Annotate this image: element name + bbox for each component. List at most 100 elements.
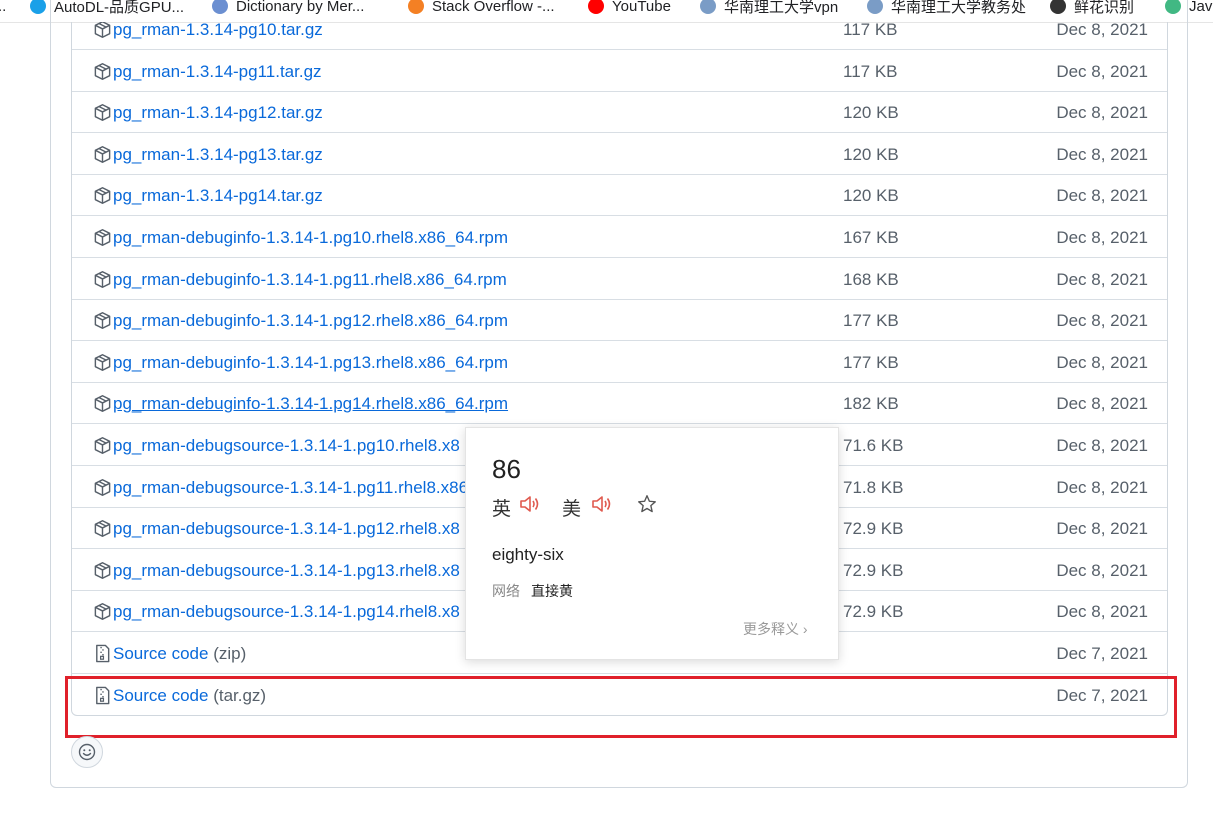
asset-size: 120 KB: [843, 186, 899, 205]
package-icon: [93, 270, 112, 289]
asset-link[interactable]: pg_rman-1.3.14-pg12.tar.gz: [113, 103, 323, 123]
star-icon[interactable]: [636, 493, 658, 515]
file-zip-icon: [93, 644, 112, 663]
package-icon: [93, 436, 112, 455]
asset-link[interactable]: pg_rman-debuginfo-1.3.14-1.pg10.rhel8.x8…: [113, 228, 508, 248]
asset-link[interactable]: pg_rman-debugsource-1.3.14-1.pg14.rhel8.…: [113, 602, 460, 622]
uk-speaker-icon[interactable]: [518, 492, 542, 516]
asset-link[interactable]: pg_rman-1.3.14-pg10.tar.gz: [113, 22, 323, 40]
asset-name: pg_rman-debuginfo-1.3.14-1.pg14.rhel8.x8…: [113, 394, 509, 413]
asset-date: Dec 8, 2021: [1056, 145, 1148, 164]
asset-name: pg_rman-debugsource-1.3.14-1.pg14.rhel8.…: [113, 602, 460, 621]
package-icon: [93, 602, 112, 621]
asset-link[interactable]: pg_rman-debuginfo-1.3.14-1.pg11.rhel8.x8…: [113, 270, 507, 290]
asset-link[interactable]: pg_rman-debugsource-1.3.14-1.pg11.rhel8.…: [113, 478, 468, 498]
asset-date: Dec 8, 2021: [1056, 103, 1148, 122]
asset-size: 182 KB: [843, 394, 899, 413]
asset-date: Dec 8, 2021: [1056, 394, 1148, 413]
asset-link[interactable]: pg_rman-1.3.14-pg11.tar.gz: [113, 62, 322, 82]
package-icon: [93, 311, 112, 330]
asset-link[interactable]: pg_rman-debugsource-1.3.14-1.pg10.rhel8.…: [113, 436, 460, 456]
asset-name: pg_rman-1.3.14-pg13.tar.gz: [113, 145, 323, 164]
more-definitions-label: 更多释义: [743, 621, 799, 637]
package-icon: [93, 22, 112, 39]
package-icon: [93, 103, 112, 122]
asset-row: pg_rman-1.3.14-pg11.tar.gz 117 KB Dec 8, 2…: [72, 51, 1167, 92]
uk-pronunciation-label: 英: [492, 499, 512, 520]
asset-link[interactable]: pg_rman-debuginfo-1.3.14-1.pg12.rhel8.x8…: [113, 311, 508, 331]
asset-date: Dec 8, 2021: [1056, 561, 1148, 580]
us-pronunciation-label: 美: [562, 499, 582, 520]
asset-size: 71.8 KB: [843, 478, 904, 497]
asset-link[interactable]: Source code (zip): [113, 644, 246, 664]
popup-definition: eighty-six: [492, 545, 564, 564]
highlight-box: [65, 676, 1177, 738]
us-speaker-icon[interactable]: [590, 492, 614, 516]
asset-size: 72.9 KB: [843, 519, 904, 538]
asset-date: Dec 8, 2021: [1056, 62, 1148, 81]
asset-date: Dec 8, 2021: [1056, 22, 1148, 39]
asset-row: pg_rman-1.3.14-pg12.tar.gz 120 KB Dec 8, 2…: [72, 92, 1167, 133]
asset-size: 117 KB: [843, 22, 898, 39]
package-icon: [93, 478, 112, 497]
asset-row: pg_rman-1.3.14-pg14.tar.gz 120 KB Dec 8, 2…: [72, 175, 1167, 216]
package-icon: [93, 62, 112, 81]
asset-link[interactable]: pg_rman-debuginfo-1.3.14-1.pg13.rhel8.x8…: [113, 353, 508, 373]
asset-name: pg_rman-debugsource-1.3.14-1.pg11.rhel8.…: [113, 478, 469, 497]
asset-link[interactable]: pg_rman-debugsource-1.3.14-1.pg13.rhel8.…: [113, 561, 460, 581]
asset-row: pg_rman-1.3.14-pg13.tar.gz 120 KB Dec 8, 2…: [72, 134, 1167, 175]
smiley-icon: [78, 743, 96, 761]
asset-size: 168 KB: [843, 270, 899, 289]
asset-name: pg_rman-debuginfo-1.3.14-1.pg12.rhel8.x8…: [113, 311, 509, 330]
asset-name: pg_rman-1.3.14-pg10.tar.gz: [113, 22, 323, 39]
dictionary-popup: 86 英 美 eighty-six 网络 直接黄 更多释义 ›: [465, 427, 839, 660]
popup-word: 86: [492, 454, 521, 484]
asset-date: Dec 8, 2021: [1056, 519, 1148, 538]
asset-name: pg_rman-debuginfo-1.3.14-1.pg10.rhel8.x8…: [113, 228, 509, 247]
package-icon: [93, 186, 112, 205]
asset-name: pg_rman-1.3.14-pg14.tar.gz: [113, 186, 323, 205]
package-icon: [93, 519, 112, 538]
asset-row: pg_rman-debuginfo-1.3.14-1.pg11.rhel8.x8…: [72, 259, 1167, 300]
package-icon: [93, 561, 112, 580]
asset-date: Dec 8, 2021: [1056, 311, 1148, 330]
bookmark-overflow[interactable]: ..: [0, 0, 6, 16]
asset-row: pg_rman-debuginfo-1.3.14-1.pg13.rhel8.x8…: [72, 342, 1167, 383]
asset-size: 71.6 KB: [843, 436, 904, 455]
asset-date: Dec 8, 2021: [1056, 602, 1148, 621]
asset-link[interactable]: pg_rman-1.3.14-pg13.tar.gz: [113, 145, 323, 165]
asset-date: Dec 8, 2021: [1056, 353, 1148, 372]
package-icon: [93, 394, 112, 413]
package-icon: [93, 228, 112, 247]
asset-date: Dec 8, 2021: [1056, 186, 1148, 205]
asset-name: pg_rman-debugsource-1.3.14-1.pg12.rhel8.…: [113, 519, 460, 538]
asset-date: Dec 8, 2021: [1056, 436, 1148, 455]
asset-name: pg_rman-debugsource-1.3.14-1.pg13.rhel8.…: [113, 561, 460, 580]
asset-row: pg_rman-debuginfo-1.3.14-1.pg10.rhel8.x8…: [72, 217, 1167, 258]
asset-date: Dec 8, 2021: [1056, 228, 1148, 247]
chevron-right-icon: ›: [802, 621, 808, 637]
asset-date: Dec 8, 2021: [1056, 270, 1148, 289]
asset-size: 120 KB: [843, 103, 899, 122]
package-icon: [93, 353, 112, 372]
asset-name: pg_rman-debugsource-1.3.14-1.pg10.rhel8.…: [113, 436, 460, 455]
asset-name: pg_rman-1.3.14-pg11.tar.gz: [113, 62, 322, 81]
add-reaction-button[interactable]: [71, 736, 103, 768]
network-value: 直接黄: [531, 583, 573, 599]
asset-size: 167 KB: [843, 228, 899, 247]
autodl-icon: [30, 0, 46, 14]
asset-link[interactable]: pg_rman-debugsource-1.3.14-1.pg12.rhel8.…: [113, 519, 460, 539]
asset-format: (zip): [213, 644, 247, 663]
asset-row: pg_rman-debuginfo-1.3.14-1.pg14.rhel8.x8…: [72, 383, 1167, 424]
asset-link[interactable]: pg_rman-1.3.14-pg14.tar.gz: [113, 186, 323, 206]
asset-name: pg_rman-debuginfo-1.3.14-1.pg11.rhel8.x8…: [113, 270, 507, 289]
network-label: 网络: [492, 583, 520, 599]
asset-date: Dec 7, 2021: [1056, 644, 1148, 663]
asset-size: 120 KB: [843, 145, 899, 164]
asset-size: 72.9 KB: [843, 561, 904, 580]
asset-date: Dec 8, 2021: [1056, 478, 1148, 497]
asset-size: 177 KB: [843, 353, 899, 372]
asset-name: pg_rman-debuginfo-1.3.14-1.pg13.rhel8.x8…: [113, 353, 509, 372]
asset-link[interactable]: pg_rman-debuginfo-1.3.14-1.pg14.rhel8.x8…: [113, 394, 508, 414]
more-definitions-link[interactable]: 更多释义 ›: [743, 619, 808, 639]
